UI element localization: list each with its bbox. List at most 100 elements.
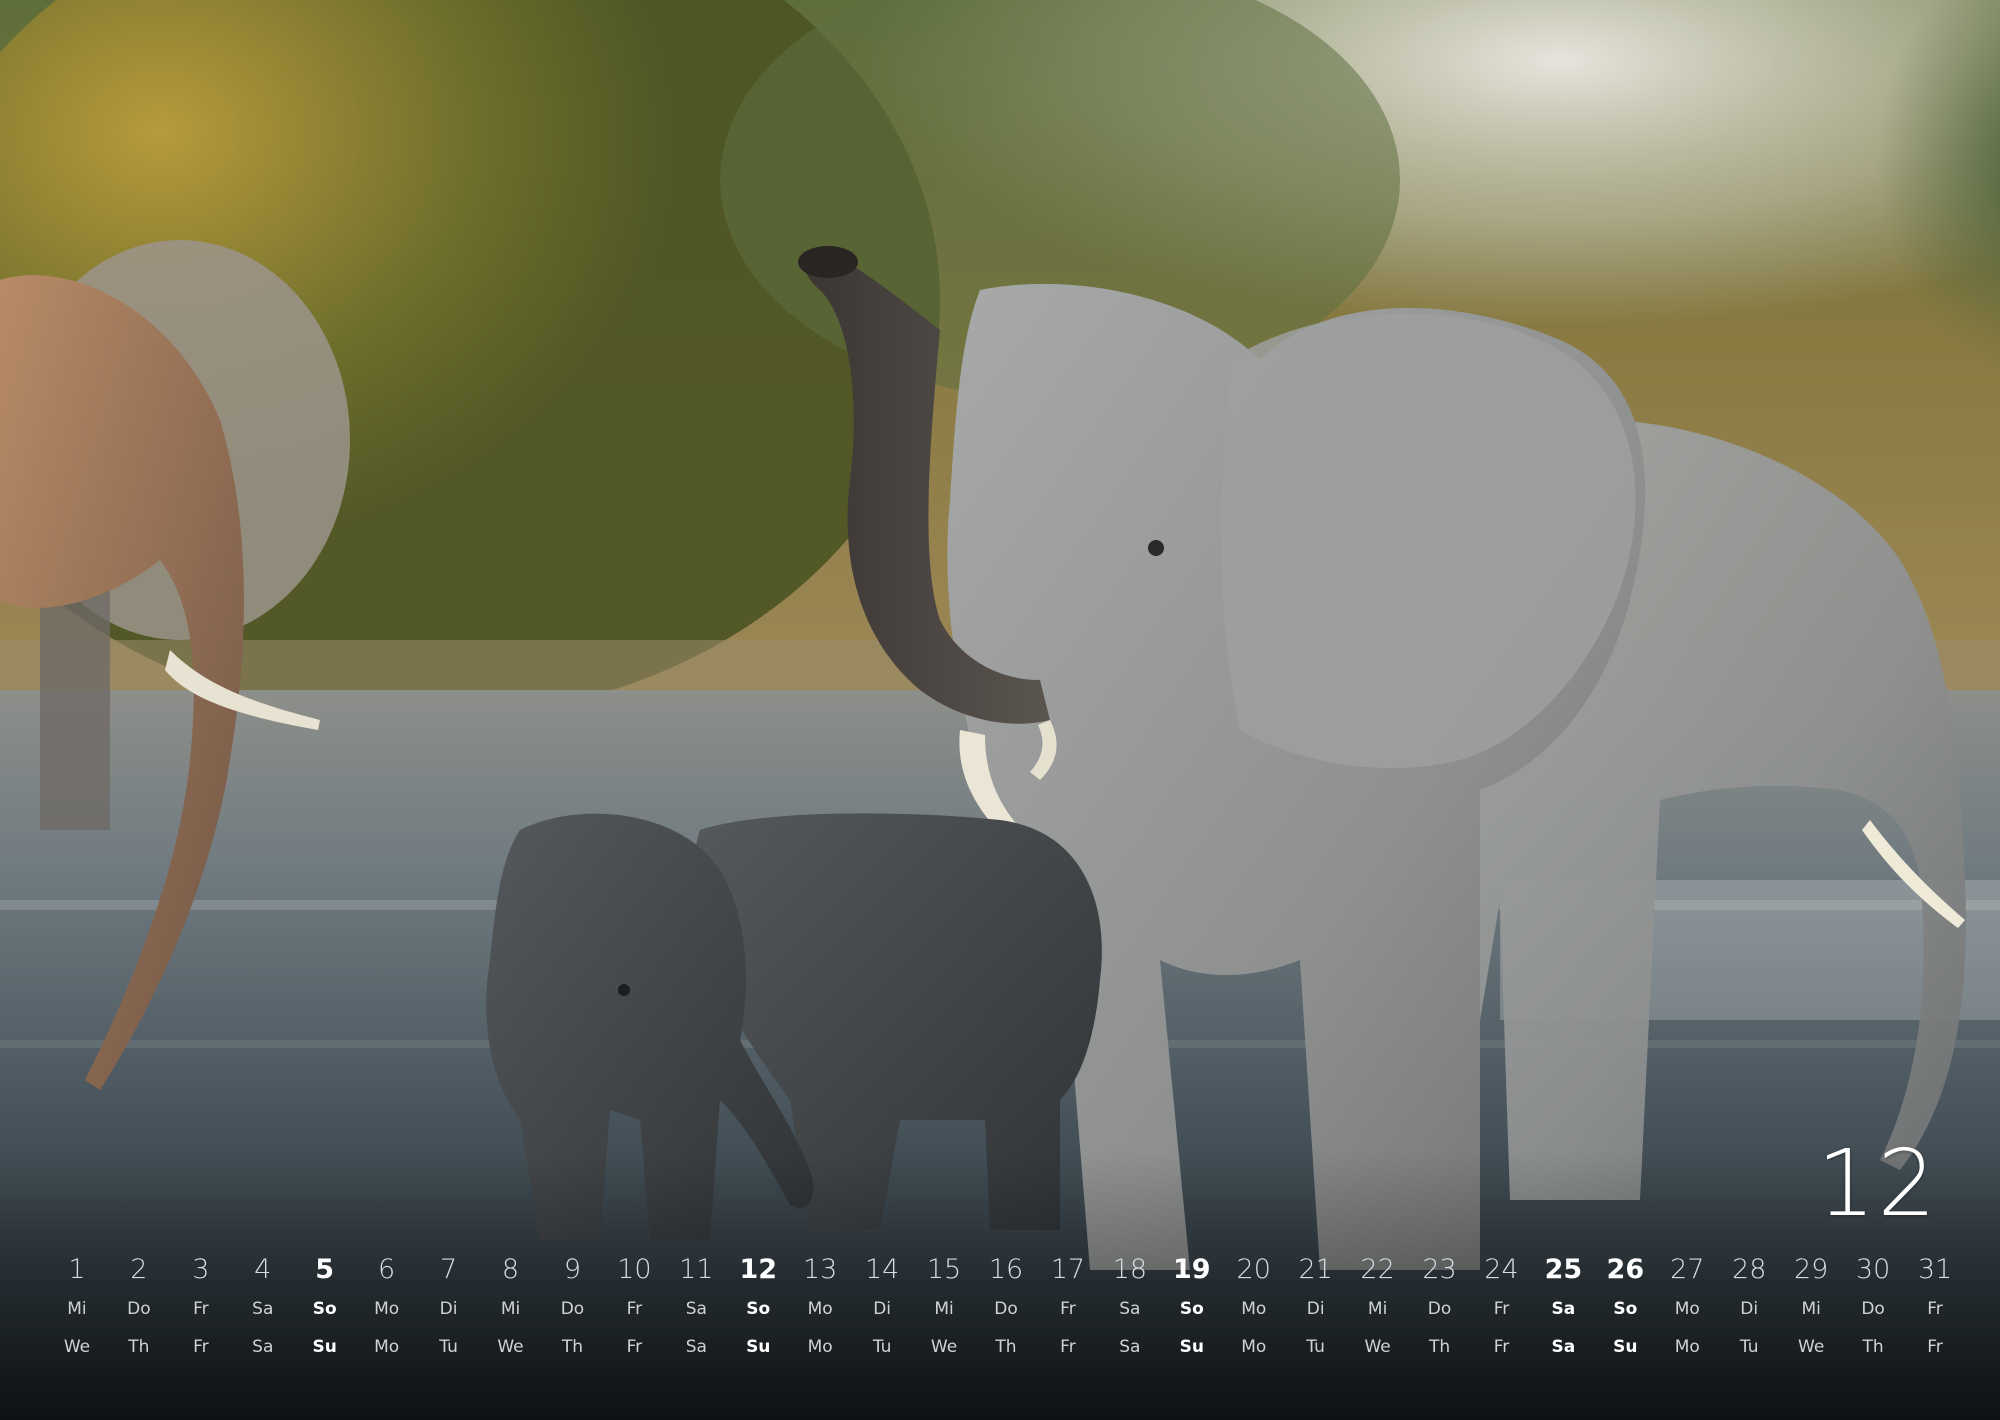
weekday-english: Mo bbox=[1241, 1337, 1267, 1357]
day-column: 7 Di Tu bbox=[418, 1252, 480, 1382]
weekday-german: Do bbox=[1861, 1299, 1885, 1319]
day-number: 27 bbox=[1670, 1254, 1705, 1285]
weekday-english: Tu bbox=[1739, 1337, 1759, 1357]
weekday-german: So bbox=[1179, 1299, 1204, 1319]
weekday-english: Mo bbox=[1674, 1337, 1700, 1357]
weekday-english: Sa bbox=[685, 1337, 707, 1357]
weekday-english: We bbox=[1364, 1337, 1391, 1357]
weekday-german: Mo bbox=[374, 1299, 400, 1319]
weekday-english: We bbox=[497, 1337, 524, 1357]
day-column: 23 Do Th bbox=[1409, 1252, 1471, 1382]
weekday-english: Th bbox=[995, 1337, 1017, 1357]
weekday-german: Sa bbox=[1119, 1299, 1141, 1319]
day-number: 11 bbox=[679, 1254, 714, 1285]
weekday-german: Mi bbox=[934, 1299, 954, 1319]
weekday-german: Fr bbox=[626, 1299, 643, 1319]
day-number: 16 bbox=[988, 1254, 1024, 1285]
weekday-english: We bbox=[1798, 1337, 1825, 1357]
day-column: 17 Fr Fr bbox=[1037, 1252, 1099, 1382]
weekday-english: Th bbox=[1862, 1337, 1884, 1357]
day-column: 20 Mo Mo bbox=[1223, 1252, 1285, 1382]
weekday-english: We bbox=[63, 1337, 91, 1357]
weekday-english: Tu bbox=[872, 1337, 892, 1357]
day-number: 2 bbox=[130, 1254, 148, 1285]
weekday-german: Do bbox=[127, 1299, 151, 1319]
day-number: 6 bbox=[378, 1254, 396, 1285]
weekday-german: Mi bbox=[1801, 1299, 1821, 1319]
day-column: 18 Sa Sa bbox=[1099, 1252, 1161, 1382]
day-column: 22 Mi We bbox=[1347, 1252, 1409, 1382]
day-column: 15 Mi We bbox=[913, 1252, 975, 1382]
day-number: 20 bbox=[1236, 1254, 1271, 1285]
weekday-german: Sa bbox=[1551, 1299, 1576, 1319]
day-column: 14 Di Tu bbox=[851, 1252, 913, 1382]
weekday-german: Fr bbox=[1927, 1299, 1943, 1319]
day-number: 18 bbox=[1112, 1254, 1148, 1285]
day-column: 28 Di Tu bbox=[1718, 1252, 1780, 1382]
weekday-german: Sa bbox=[252, 1299, 274, 1319]
weekday-english: Fr bbox=[1493, 1337, 1510, 1357]
weekday-german: Do bbox=[994, 1299, 1018, 1319]
weekday-german: Fr bbox=[1493, 1299, 1510, 1319]
day-number: 21 bbox=[1298, 1254, 1333, 1285]
weekday-english: Su bbox=[1179, 1337, 1204, 1357]
weekday-english: Su bbox=[312, 1337, 337, 1357]
weekday-german: Mi bbox=[67, 1299, 87, 1319]
weekday-german: So bbox=[746, 1299, 771, 1319]
day-column: 24 Fr Fr bbox=[1471, 1252, 1533, 1382]
weekday-english: Su bbox=[746, 1337, 771, 1357]
day-column: 4 Sa Sa bbox=[232, 1252, 294, 1382]
day-column: 31 Fr Fr bbox=[1904, 1252, 1966, 1382]
weekday-german: Di bbox=[439, 1299, 458, 1319]
day-number: 4 bbox=[254, 1254, 272, 1285]
weekday-german: Mi bbox=[500, 1299, 521, 1319]
weekday-german: Di bbox=[1740, 1299, 1759, 1319]
weekday-english: Th bbox=[128, 1337, 150, 1357]
day-column: 2 Do Th bbox=[108, 1252, 170, 1382]
day-column: 9 Do Th bbox=[541, 1252, 603, 1382]
day-number: 26 bbox=[1606, 1254, 1645, 1285]
day-column: 8 Mi We bbox=[480, 1252, 542, 1382]
weekday-english: Tu bbox=[439, 1337, 458, 1357]
day-column: 13 Mo Mo bbox=[789, 1252, 851, 1382]
day-number: 19 bbox=[1173, 1254, 1211, 1285]
weekday-german: Do bbox=[560, 1299, 585, 1319]
day-number: 9 bbox=[563, 1254, 582, 1285]
day-column: 3 Fr Fr bbox=[170, 1252, 232, 1382]
day-number: 1 bbox=[68, 1254, 86, 1285]
day-number: 13 bbox=[803, 1254, 838, 1285]
day-number: 3 bbox=[192, 1254, 210, 1285]
weekday-english: Mo bbox=[807, 1337, 833, 1357]
day-column: 19 So Su bbox=[1161, 1252, 1223, 1382]
day-number: 17 bbox=[1050, 1254, 1086, 1285]
weekday-german: Di bbox=[873, 1299, 892, 1319]
day-number: 23 bbox=[1422, 1254, 1457, 1285]
weekday-english: Th bbox=[561, 1337, 584, 1357]
day-number: 10 bbox=[617, 1254, 652, 1285]
day-number: 30 bbox=[1855, 1254, 1891, 1285]
weekday-german: Mo bbox=[807, 1299, 833, 1319]
weekday-german: Sa bbox=[685, 1299, 707, 1319]
day-column: 6 Mo Mo bbox=[356, 1252, 418, 1382]
day-column: 26 So Su bbox=[1594, 1252, 1656, 1382]
day-number: 28 bbox=[1732, 1254, 1767, 1285]
weekday-english: Sa bbox=[252, 1337, 274, 1357]
weekday-english: Mo bbox=[374, 1337, 400, 1357]
weekday-german: Fr bbox=[193, 1299, 209, 1319]
day-column: 25 Sa Sa bbox=[1532, 1252, 1594, 1382]
day-column: 11 Sa Sa bbox=[665, 1252, 727, 1382]
weekday-english: Tu bbox=[1306, 1337, 1325, 1357]
day-number: 8 bbox=[501, 1254, 520, 1285]
weekday-english: Fr bbox=[193, 1337, 209, 1357]
weekday-english: Fr bbox=[1060, 1337, 1076, 1357]
day-column: 29 Mi We bbox=[1780, 1252, 1842, 1382]
weekday-german: Mo bbox=[1674, 1299, 1700, 1319]
weekday-german: So bbox=[312, 1299, 337, 1319]
weekday-english: Fr bbox=[626, 1337, 643, 1357]
weekday-german: Mi bbox=[1367, 1299, 1388, 1319]
weekday-english: Sa bbox=[1119, 1337, 1141, 1357]
day-column: 21 Di Tu bbox=[1285, 1252, 1347, 1382]
day-column: 1 Mi We bbox=[46, 1252, 108, 1382]
weekday-english: Th bbox=[1428, 1337, 1451, 1357]
day-number: 29 bbox=[1793, 1254, 1829, 1285]
